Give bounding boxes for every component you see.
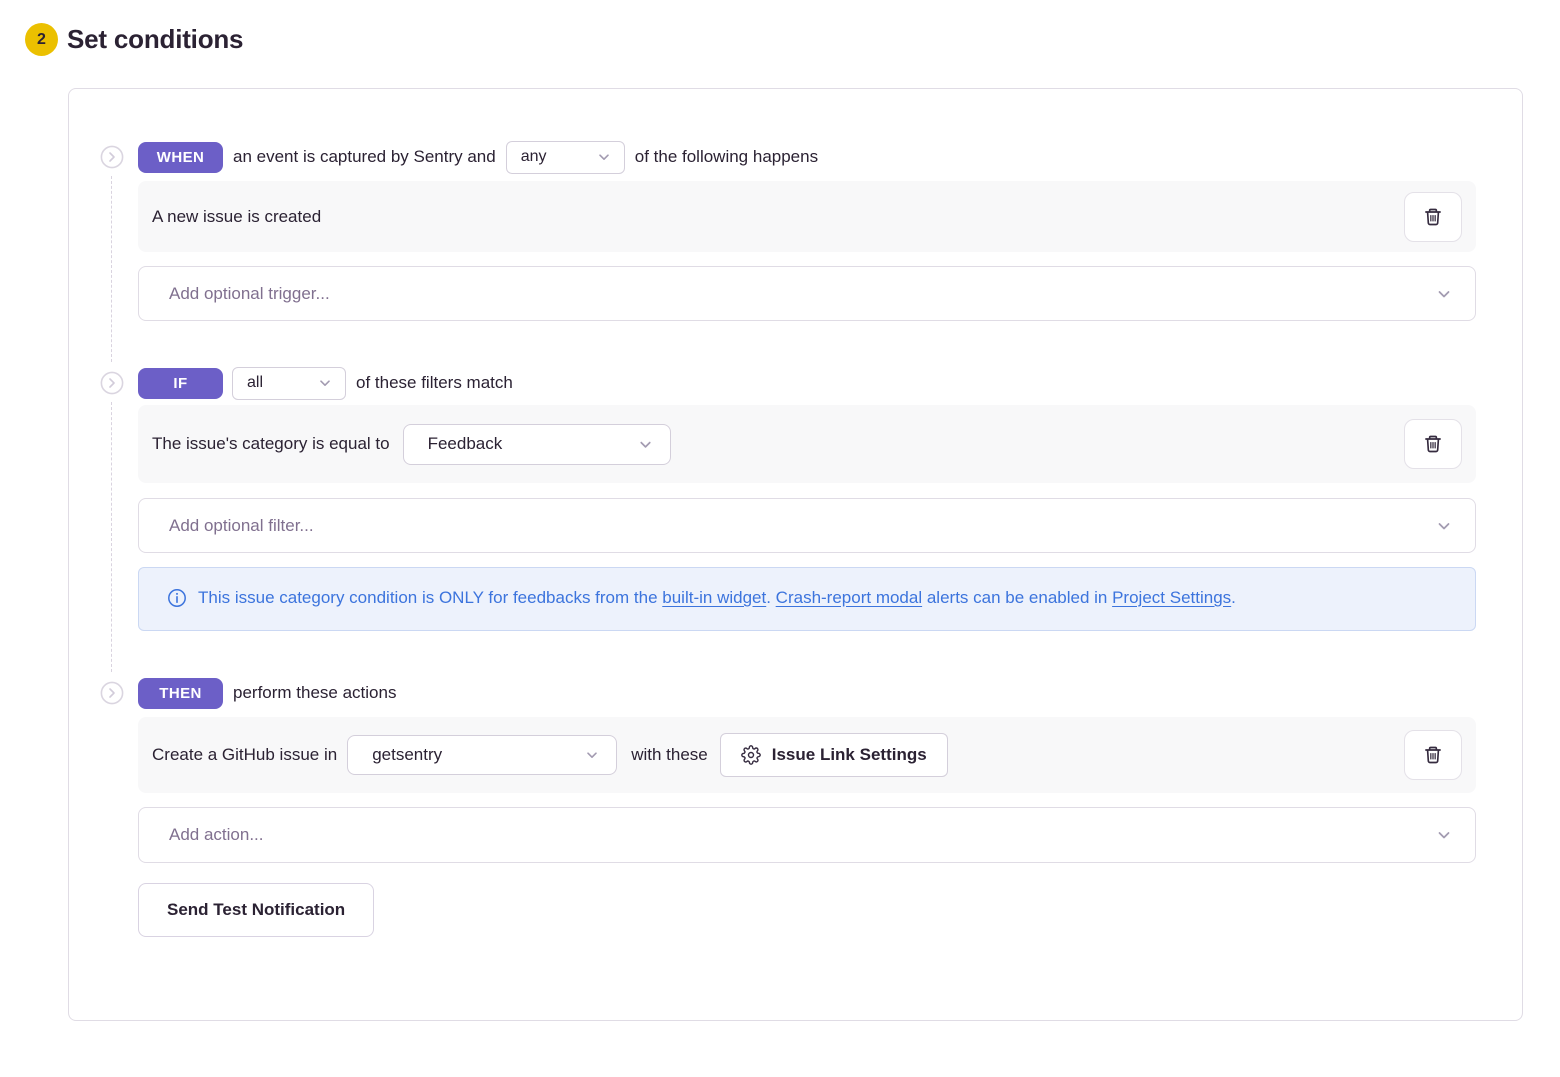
- info-alert-text: This issue category condition is ONLY fo…: [198, 583, 1236, 613]
- chevron-down-icon: [637, 436, 654, 453]
- add-filter-placeholder: Add optional filter...: [169, 516, 314, 536]
- alert-text: .: [766, 588, 775, 607]
- crash-report-modal-link[interactable]: Crash-report modal: [776, 588, 922, 607]
- connector-dashed-line: [111, 176, 112, 362]
- info-alert: This issue category condition is ONLY fo…: [138, 567, 1476, 631]
- then-rail: [100, 677, 138, 937]
- issue-link-settings-label: Issue Link Settings: [772, 745, 927, 765]
- conditions-card: WHEN an event is captured by Sentry and …: [68, 88, 1523, 1021]
- add-trigger-select[interactable]: Add optional trigger...: [138, 266, 1476, 321]
- alert-text: alerts can be enabled in: [922, 588, 1112, 607]
- chevron-down-icon: [1435, 285, 1453, 303]
- chevron-down-icon: [1435, 517, 1453, 535]
- page-title: Set conditions: [67, 24, 243, 55]
- alert-text: .: [1231, 588, 1236, 607]
- chevron-down-icon: [584, 747, 600, 763]
- trigger-row-label: A new issue is created: [152, 207, 321, 227]
- action-row: Create a GitHub issue in getsentry with …: [138, 717, 1476, 793]
- then-header: THEN perform these actions: [138, 677, 1476, 709]
- action-middle-text: with these: [631, 745, 708, 765]
- send-test-notification-button[interactable]: Send Test Notification: [138, 883, 374, 937]
- when-lead-text: an event is captured by Sentry and: [233, 147, 496, 167]
- filter-match-select-value: all: [247, 374, 263, 392]
- add-filter-select[interactable]: Add optional filter...: [138, 498, 1476, 553]
- built-in-widget-link[interactable]: built-in widget: [662, 588, 766, 607]
- delete-trigger-button[interactable]: [1404, 192, 1462, 242]
- trigger-row: A new issue is created: [138, 181, 1476, 252]
- chevron-down-icon: [596, 149, 612, 165]
- trash-icon: [1423, 207, 1443, 227]
- when-rail: [100, 141, 138, 367]
- add-action-select[interactable]: Add action...: [138, 807, 1476, 863]
- add-action-placeholder: Add action...: [169, 825, 264, 845]
- repo-select-value: getsentry: [372, 745, 442, 765]
- when-header: WHEN an event is captured by Sentry and …: [138, 141, 1476, 173]
- trash-icon: [1423, 434, 1443, 454]
- when-section: WHEN an event is captured by Sentry and …: [100, 141, 1476, 367]
- then-badge: THEN: [138, 678, 223, 709]
- project-settings-link[interactable]: Project Settings: [1112, 588, 1231, 607]
- when-tail-text: of the following happens: [635, 147, 818, 167]
- gear-icon: [741, 745, 761, 765]
- step-number-badge: 2: [25, 23, 58, 56]
- chevron-right-circle-icon: [100, 145, 124, 169]
- then-section: THEN perform these actions Create a GitH…: [100, 677, 1476, 937]
- when-badge: WHEN: [138, 142, 223, 173]
- filter-row-label: The issue's category is equal to: [152, 434, 390, 454]
- repo-select[interactable]: getsentry: [347, 735, 617, 775]
- connector-dashed-line: [111, 402, 112, 672]
- category-select-value: Feedback: [428, 434, 503, 454]
- filter-row: The issue's category is equal to Feedbac…: [138, 405, 1476, 483]
- chevron-down-icon: [317, 375, 333, 391]
- add-trigger-placeholder: Add optional trigger...: [169, 284, 330, 304]
- if-section: IF all of these filters match The issue'…: [100, 367, 1476, 677]
- step-header: 2 Set conditions: [25, 23, 1560, 56]
- chevron-right-circle-icon: [100, 371, 124, 395]
- if-rail: [100, 367, 138, 677]
- if-header: IF all of these filters match: [138, 367, 1476, 399]
- if-badge: IF: [138, 368, 223, 399]
- if-tail-text: of these filters match: [356, 373, 513, 393]
- then-tail-text: perform these actions: [233, 683, 396, 703]
- when-match-select[interactable]: any: [506, 141, 625, 174]
- alert-text: This issue category condition is ONLY fo…: [198, 588, 662, 607]
- delete-action-button[interactable]: [1404, 730, 1462, 780]
- chevron-right-circle-icon: [100, 681, 124, 705]
- action-row-label: Create a GitHub issue in: [152, 745, 337, 765]
- filter-match-select[interactable]: all: [232, 367, 346, 400]
- trash-icon: [1423, 745, 1443, 765]
- issue-link-settings-button[interactable]: Issue Link Settings: [720, 733, 948, 777]
- when-match-select-value: any: [521, 148, 547, 166]
- delete-filter-button[interactable]: [1404, 419, 1462, 469]
- chevron-down-icon: [1435, 826, 1453, 844]
- category-select[interactable]: Feedback: [403, 424, 671, 465]
- info-icon: [167, 588, 187, 608]
